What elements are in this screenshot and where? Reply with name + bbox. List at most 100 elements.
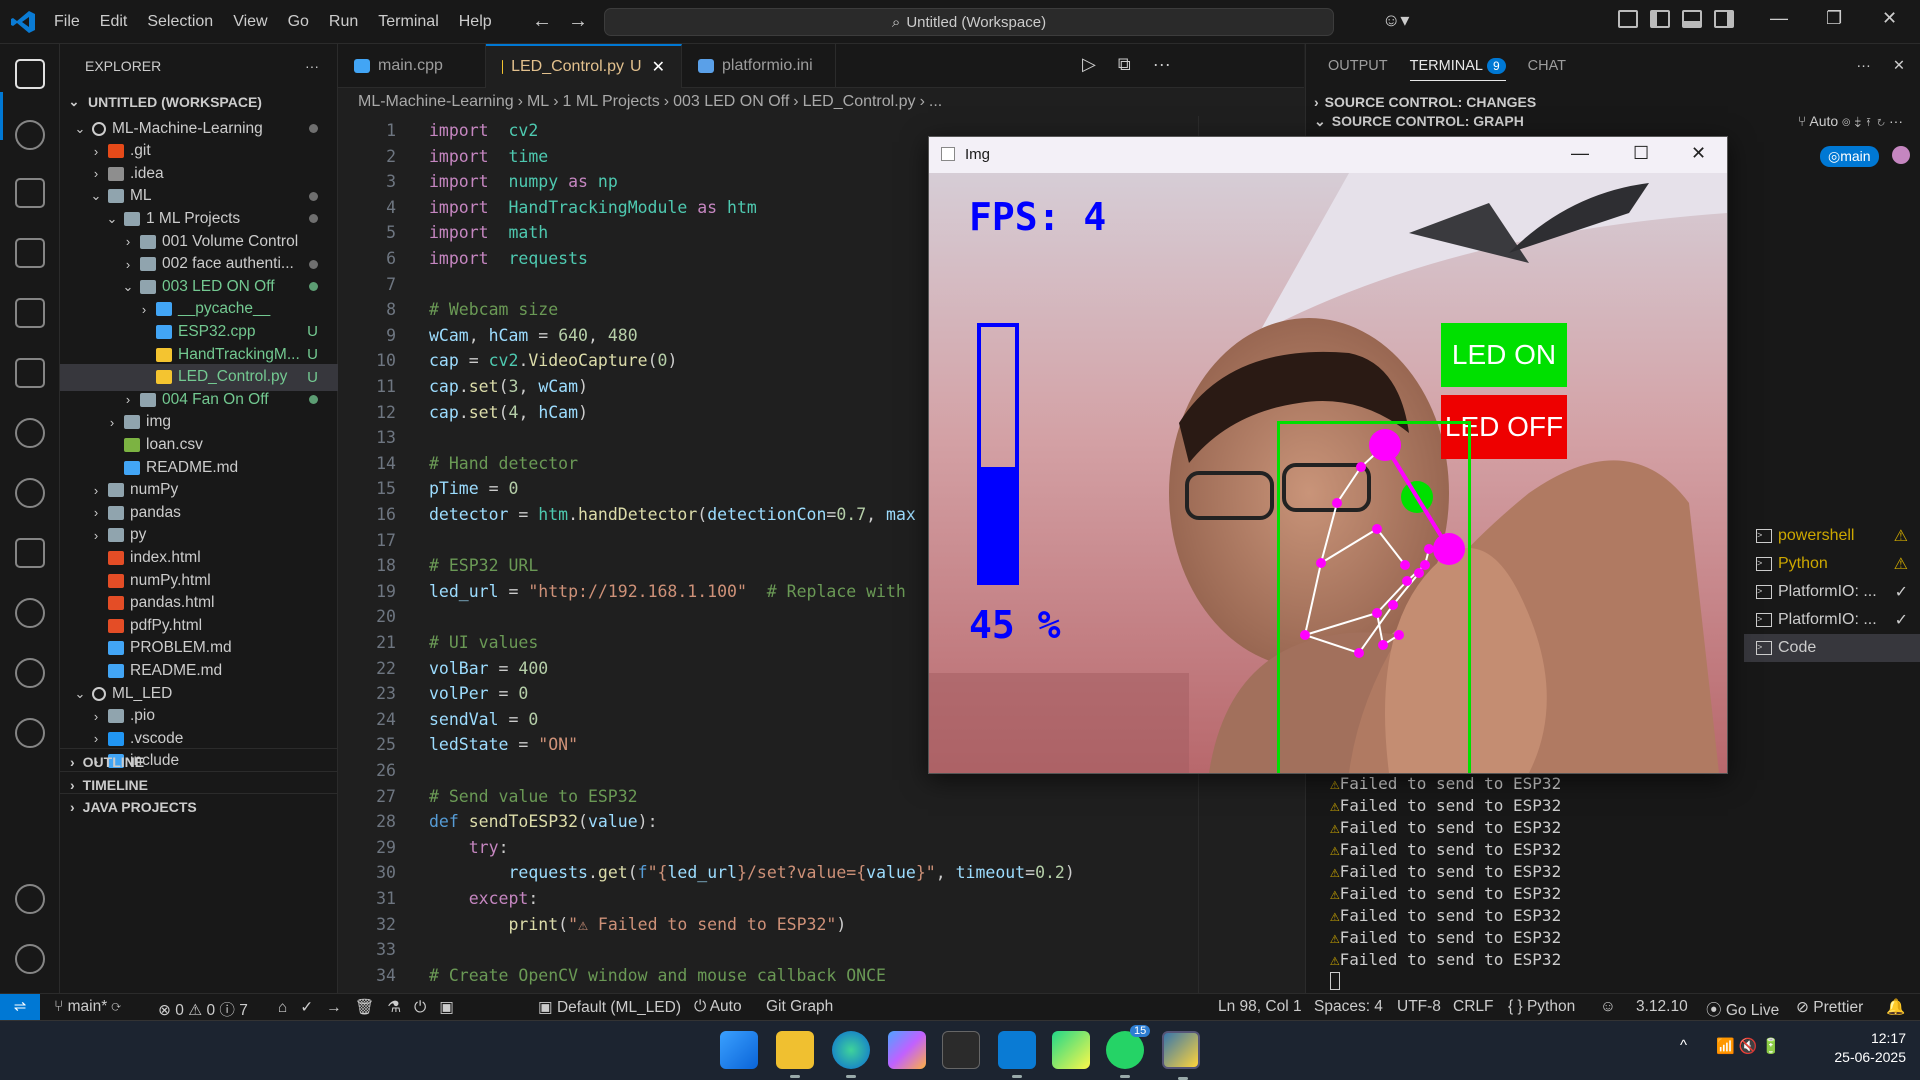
git-graph-icon[interactable] [15, 418, 45, 448]
copilot-app-icon[interactable] [888, 1031, 926, 1069]
encoding[interactable]: UTF-8 [1397, 998, 1441, 1016]
edge-tools-icon[interactable] [15, 598, 45, 628]
edge-browser-icon[interactable] [832, 1031, 870, 1078]
code-line[interactable]: 30 requests.get(f"{led_url}/set?value={v… [338, 863, 1304, 888]
indentation[interactable]: Spaces: 4 [1314, 998, 1383, 1016]
terminal-app-icon[interactable] [942, 1031, 980, 1069]
close-icon[interactable]: ✕ [1882, 8, 1897, 29]
tray-chevron-icon[interactable]: ^ [1680, 1037, 1687, 1054]
section-java-projects[interactable]: › JAVA PROJECTS [60, 793, 338, 820]
breadcrumb-item[interactable]: ... [929, 93, 942, 111]
toggle-secondary-sidebar-icon[interactable] [1714, 10, 1734, 28]
toggle-sidebar-icon[interactable] [1650, 10, 1670, 28]
extensions-icon[interactable] [15, 238, 45, 268]
search-ext-icon[interactable] [15, 658, 45, 688]
menu-item[interactable]: Edit [100, 13, 128, 31]
command-center-search[interactable]: ⌕ Untitled (Workspace) [604, 8, 1334, 36]
code-line[interactable]: 32 print("⚠ Failed to send to ESP32") [338, 915, 1304, 940]
more-icon[interactable]: ··· [1153, 54, 1171, 75]
menu-item[interactable]: File [54, 13, 80, 31]
menu-item[interactable]: Selection [147, 13, 213, 31]
nav-arrows[interactable]: ←→ [532, 10, 604, 33]
tab-chat[interactable]: CHAT [1528, 58, 1566, 74]
code-line[interactable]: 31 except: [338, 889, 1304, 914]
img-window-titlebar[interactable]: Img — ☐ ✕ [929, 137, 1727, 173]
toggle-panel-icon[interactable] [1682, 10, 1702, 28]
code-line[interactable]: 33 [338, 940, 1304, 965]
env-status[interactable]: ▣ Default (ML_LED) [538, 998, 681, 1017]
img-close-icon[interactable]: ✕ [1691, 143, 1706, 164]
code-line[interactable]: 34 # Create OpenCV window and mouse callb… [338, 966, 1304, 991]
platformio-toolbar[interactable]: ⌂ ✓ → 🗑 ⚗ ⏻ ▣ [278, 998, 454, 1017]
vscode-app-icon[interactable] [998, 1031, 1036, 1078]
tab-platformio-ini[interactable]: platformio.ini [682, 44, 836, 88]
menu-item[interactable]: Help [459, 13, 492, 31]
tab-led-control-py[interactable]: LED_Control.py U ✕ [486, 44, 682, 88]
settings-gear-icon[interactable] [15, 944, 45, 974]
problems-status[interactable]: ⊗ 0 ⚠ 0 ⓘ 7 [158, 998, 248, 1020]
branch-status[interactable]: ⑂ main* ⟳ [54, 998, 121, 1016]
remote-indicator-icon[interactable]: ⇌ [0, 994, 40, 1021]
code-line[interactable]: 28 def sendToESP32(value): [338, 812, 1304, 837]
run-debug-icon[interactable] [15, 178, 45, 208]
auto-status[interactable]: ⏻ Auto [694, 998, 742, 1016]
remote-explorer-icon[interactable] [15, 298, 45, 328]
customize-layout-icon[interactable] [1618, 10, 1638, 28]
tab-terminal[interactable]: TERMINAL 9 [1409, 57, 1506, 81]
language-mode[interactable]: { } Python [1508, 998, 1575, 1016]
containers-icon[interactable] [15, 538, 45, 568]
panel-more-icon[interactable]: ··· [1856, 58, 1871, 74]
tray-clock[interactable]: 12:17 25-06-2025 [1820, 1029, 1906, 1067]
breadcrumb-item[interactable]: ML-Machine-Learning [358, 93, 514, 111]
split-editor-icon[interactable]: ⧉ [1118, 54, 1131, 75]
breadcrumb-item[interactable]: LED_Control.py [803, 93, 916, 111]
python-version[interactable]: 3.12.10 [1636, 998, 1688, 1016]
copilot-icon[interactable]: ☺▾ [1382, 10, 1409, 31]
platformio-icon[interactable] [15, 478, 45, 508]
eol[interactable]: CRLF [1453, 998, 1493, 1016]
terminal-instance[interactable]: > PlatformIO: ... ✓ [1744, 606, 1920, 634]
gitgraph-status[interactable]: Git Graph [766, 998, 833, 1016]
terminal-instance[interactable]: > PlatformIO: ... ✓ [1744, 578, 1920, 606]
panel-close-icon[interactable]: ✕ [1893, 58, 1905, 74]
cursor-position[interactable]: Ln 98, Col 1 [1218, 998, 1302, 1016]
prettier[interactable]: ⊘ Prettier [1796, 998, 1863, 1017]
python-app-icon[interactable] [1162, 1031, 1200, 1080]
terminal-instance[interactable]: > Python ⚠ [1744, 550, 1920, 578]
account-icon[interactable] [15, 884, 45, 914]
more-actions-icon[interactable]: ··· [305, 58, 319, 74]
menu-item[interactable]: View [233, 13, 267, 31]
run-icon[interactable]: ▷ [1082, 54, 1096, 75]
start-button-icon[interactable] [720, 1031, 758, 1069]
scm-graph-section[interactable]: ⌄ SOURCE CONTROL: GRAPH ⑂ Auto ◎ ⤈ ⤒ ↻ ··· [1306, 110, 1920, 132]
whatsapp-app-icon[interactable]: 15 [1106, 1025, 1151, 1078]
breadcrumb-item[interactable]: 1 ML Projects [563, 93, 660, 111]
img-minimize-icon[interactable]: — [1571, 143, 1589, 164]
minimize-icon[interactable]: — [1770, 8, 1788, 29]
maximize-icon[interactable]: ❐ [1826, 8, 1842, 29]
tab-output[interactable]: OUTPUT [1328, 58, 1388, 74]
explorer-icon[interactable] [15, 59, 45, 89]
breadcrumb-item[interactable]: ML [527, 93, 549, 111]
go-live[interactable]: ⦿ Go Live [1706, 998, 1779, 1020]
pycharm-app-icon[interactable] [1052, 1031, 1090, 1069]
menu-item[interactable]: Go [288, 13, 309, 31]
terminal-instance[interactable]: > powershell ⚠ [1744, 522, 1920, 550]
notifications-bell-icon[interactable]: 🔔 [1886, 998, 1905, 1017]
menu-item[interactable]: Terminal [378, 13, 438, 31]
code-line[interactable]: 29 try: [338, 838, 1304, 863]
opencv-img-window[interactable]: Img — ☐ ✕ FPS: 4 45 % LED ON LED OFF [928, 136, 1728, 774]
menu-item[interactable]: Run [329, 13, 358, 31]
terminal-instance[interactable]: > Code [1744, 634, 1920, 662]
testing-icon[interactable] [15, 358, 45, 388]
tab-close-icon[interactable]: ✕ [652, 57, 665, 77]
file-explorer-icon[interactable] [776, 1031, 814, 1078]
workspace-header[interactable]: ⌄ UNTITLED (WORKSPACE) [60, 88, 338, 115]
tray-network-volume-battery-icons[interactable]: 📶 🔇 🔋 [1716, 1037, 1780, 1055]
github-icon[interactable] [15, 718, 45, 748]
copilot-status-icon[interactable]: ☺ [1600, 998, 1616, 1016]
search-activity-icon[interactable] [15, 120, 45, 150]
img-maximize-icon[interactable]: ☐ [1633, 143, 1649, 164]
tab-main-cpp[interactable]: main.cpp [338, 44, 486, 88]
terminal-output[interactable]: ⚠Failed to send to ESP32 ⚠Failed to send … [1330, 774, 1730, 972]
